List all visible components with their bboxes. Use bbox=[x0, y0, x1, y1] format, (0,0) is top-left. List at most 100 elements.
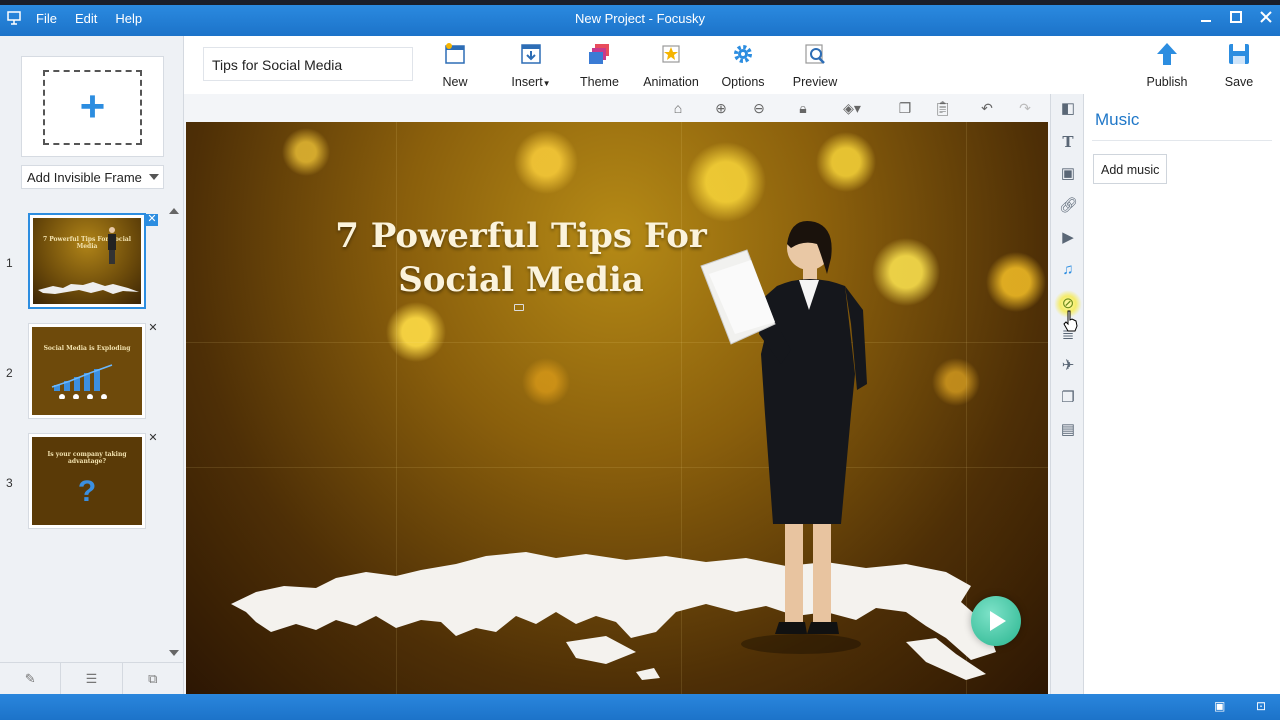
slide-thumb-image: Is your company taking advantage? ? bbox=[32, 437, 142, 525]
delete-slide-icon[interactable]: ✕ bbox=[147, 323, 159, 335]
slide-list: 1 7 Powerful Tips For Social Media ✕ 2 S… bbox=[0, 202, 166, 662]
slide-thumb-title: 7 Powerful Tips For Social Media bbox=[42, 236, 132, 250]
gear-icon bbox=[734, 45, 752, 63]
chevron-down-icon bbox=[149, 174, 159, 180]
edit-frame-icon[interactable]: ✎ bbox=[0, 663, 62, 694]
slide-number: 1 bbox=[6, 256, 13, 270]
insert-label: Insert▼ bbox=[511, 75, 551, 89]
options-label: Options bbox=[721, 75, 765, 89]
status-bar: ▣ ⊡ bbox=[0, 694, 1280, 720]
slide-title-line-1: 7 Powerful Tips For bbox=[335, 216, 707, 256]
growth-chart-icon bbox=[51, 364, 113, 399]
undo-icon[interactable]: ↶ bbox=[979, 100, 995, 116]
slide-thumb-title: Is your company taking advantage? bbox=[47, 451, 127, 465]
animation-icon bbox=[662, 45, 680, 63]
presenter-figure-icon bbox=[108, 227, 116, 264]
zoom-in-icon[interactable]: ⊕ bbox=[713, 100, 729, 116]
question-mark-icon: ? bbox=[77, 475, 97, 508]
save-label: Save bbox=[1224, 75, 1254, 89]
main-toolbar: Tips for Social Media New Insert▼ Theme … bbox=[184, 36, 1280, 94]
theme-icon bbox=[589, 44, 609, 64]
plus-icon: + bbox=[79, 82, 106, 131]
frame-settings-icon[interactable]: ⧉ bbox=[123, 663, 184, 694]
frames-panel-footer: ✎ ☰ ⧉ bbox=[0, 662, 184, 694]
play-button[interactable] bbox=[971, 596, 1021, 646]
redo-icon[interactable]: ↷ bbox=[1017, 100, 1033, 116]
insert-button[interactable]: Insert▼ bbox=[510, 42, 552, 89]
panel-title: Music bbox=[1095, 110, 1140, 129]
paste-icon[interactable]: 📋︎ bbox=[934, 100, 952, 116]
text-icon[interactable]: T bbox=[1059, 133, 1077, 151]
image-icon[interactable]: ▣ bbox=[1059, 165, 1077, 183]
music-icon[interactable]: ♫ bbox=[1059, 261, 1077, 279]
delete-slide-icon[interactable]: ✕ bbox=[146, 214, 158, 226]
window-controls bbox=[1198, 9, 1274, 25]
airplane-icon[interactable]: ✈ bbox=[1059, 357, 1077, 375]
preview-button[interactable]: Preview bbox=[792, 42, 838, 89]
new-button[interactable]: New bbox=[440, 42, 470, 89]
slide-number: 2 bbox=[6, 366, 13, 380]
publish-button[interactable]: Publish bbox=[1146, 42, 1188, 89]
video-icon[interactable]: ▶ bbox=[1059, 229, 1077, 247]
edit-toolbar: ⌂ ⊕ ⊖ 🔒︎ ◈▾ ❐ 📋︎ ↶ ↷ bbox=[184, 94, 1050, 122]
add-frame-button[interactable]: + bbox=[21, 56, 164, 157]
new-label: New bbox=[442, 75, 468, 89]
title-bar: File Edit Help New Project - Focusky bbox=[0, 0, 1280, 36]
upload-arrow-icon bbox=[1157, 43, 1177, 65]
theme-button[interactable]: Theme bbox=[580, 42, 619, 89]
animation-button[interactable]: Animation bbox=[642, 42, 700, 89]
hand-cursor-icon bbox=[1063, 310, 1078, 332]
animation-label: Animation bbox=[643, 75, 699, 89]
layers-icon[interactable]: ❐ bbox=[1059, 389, 1077, 407]
slide-thumbnail-3[interactable]: Is your company taking advantage? ? ✕ bbox=[28, 433, 158, 529]
slide-canvas[interactable]: 7 Powerful Tips For Social Media bbox=[186, 122, 1048, 694]
project-title-input[interactable]: Tips for Social Media bbox=[203, 47, 413, 81]
slide-thumb-image: 7 Powerful Tips For Social Media bbox=[33, 218, 141, 304]
add-music-button[interactable]: Add music bbox=[1093, 154, 1168, 184]
properties-panel: Music Add music bbox=[1084, 94, 1280, 694]
shapes-icon[interactable]: ◧ bbox=[1059, 100, 1077, 118]
frames-panel: + Add Invisible Frame 1 7 Powerful Tips … bbox=[0, 36, 184, 694]
scroll-down-icon[interactable] bbox=[169, 650, 179, 656]
slide-title[interactable]: 7 Powerful Tips For Social Media bbox=[316, 214, 726, 302]
close-icon[interactable] bbox=[1258, 9, 1274, 25]
scroll-up-icon[interactable] bbox=[169, 208, 179, 214]
presentation-icon[interactable]: ▣ bbox=[1214, 699, 1230, 713]
grid-line bbox=[186, 342, 1048, 343]
save-icon bbox=[1229, 44, 1249, 64]
divider bbox=[1092, 140, 1272, 141]
slide-thumbnail-1[interactable]: 7 Powerful Tips For Social Media ✕ bbox=[28, 213, 158, 309]
lock-icon[interactable]: 🔒︎ bbox=[795, 100, 811, 116]
world-map-image bbox=[231, 552, 996, 680]
fullscreen-icon[interactable]: ⊡ bbox=[1256, 699, 1272, 713]
slide-number: 3 bbox=[6, 476, 13, 490]
zoom-out-icon[interactable]: ⊖ bbox=[751, 100, 767, 116]
slide-thumb-image: Social Media is Exploding bbox=[32, 327, 142, 415]
home-icon[interactable]: ⌂ bbox=[670, 100, 686, 116]
slide-title-line-2: Social Media bbox=[398, 260, 644, 300]
object-panel-tabs: ◧ T ▣ 🔗︎ ▶ ♫ ⊘ ≣ ✈ ❐ ▤ bbox=[1050, 94, 1084, 694]
slide-thumbnail-2[interactable]: Social Media is Exploding ✕ bbox=[28, 323, 158, 419]
layout-icon[interactable]: ▤ bbox=[1059, 421, 1077, 439]
frame-type-label: Add Invisible Frame bbox=[27, 170, 142, 185]
save-button[interactable]: Save bbox=[1224, 42, 1254, 89]
frame-list-icon[interactable]: ☰ bbox=[61, 663, 123, 694]
maximize-icon[interactable] bbox=[1228, 9, 1244, 25]
insert-icon bbox=[521, 44, 541, 64]
options-button[interactable]: Options bbox=[720, 42, 766, 89]
preview-icon bbox=[805, 44, 825, 64]
frame-type-dropdown[interactable]: Add Invisible Frame bbox=[21, 165, 164, 189]
window-title: New Project - Focusky bbox=[574, 11, 706, 26]
text-anchor-icon[interactable] bbox=[514, 304, 524, 311]
delete-slide-icon[interactable]: ✕ bbox=[147, 433, 159, 445]
minimize-icon[interactable] bbox=[1198, 9, 1214, 25]
link-icon[interactable]: 🔗︎ bbox=[1059, 197, 1078, 215]
publish-label: Publish bbox=[1146, 75, 1188, 89]
new-file-icon bbox=[445, 43, 465, 64]
copy-icon[interactable]: ❐ bbox=[897, 100, 913, 116]
fill-bucket-icon[interactable]: ◈▾ bbox=[839, 100, 865, 116]
world-map-icon bbox=[38, 282, 139, 294]
grid-line bbox=[186, 467, 1048, 468]
businesswoman-image bbox=[700, 220, 867, 654]
preview-label: Preview bbox=[792, 75, 838, 89]
